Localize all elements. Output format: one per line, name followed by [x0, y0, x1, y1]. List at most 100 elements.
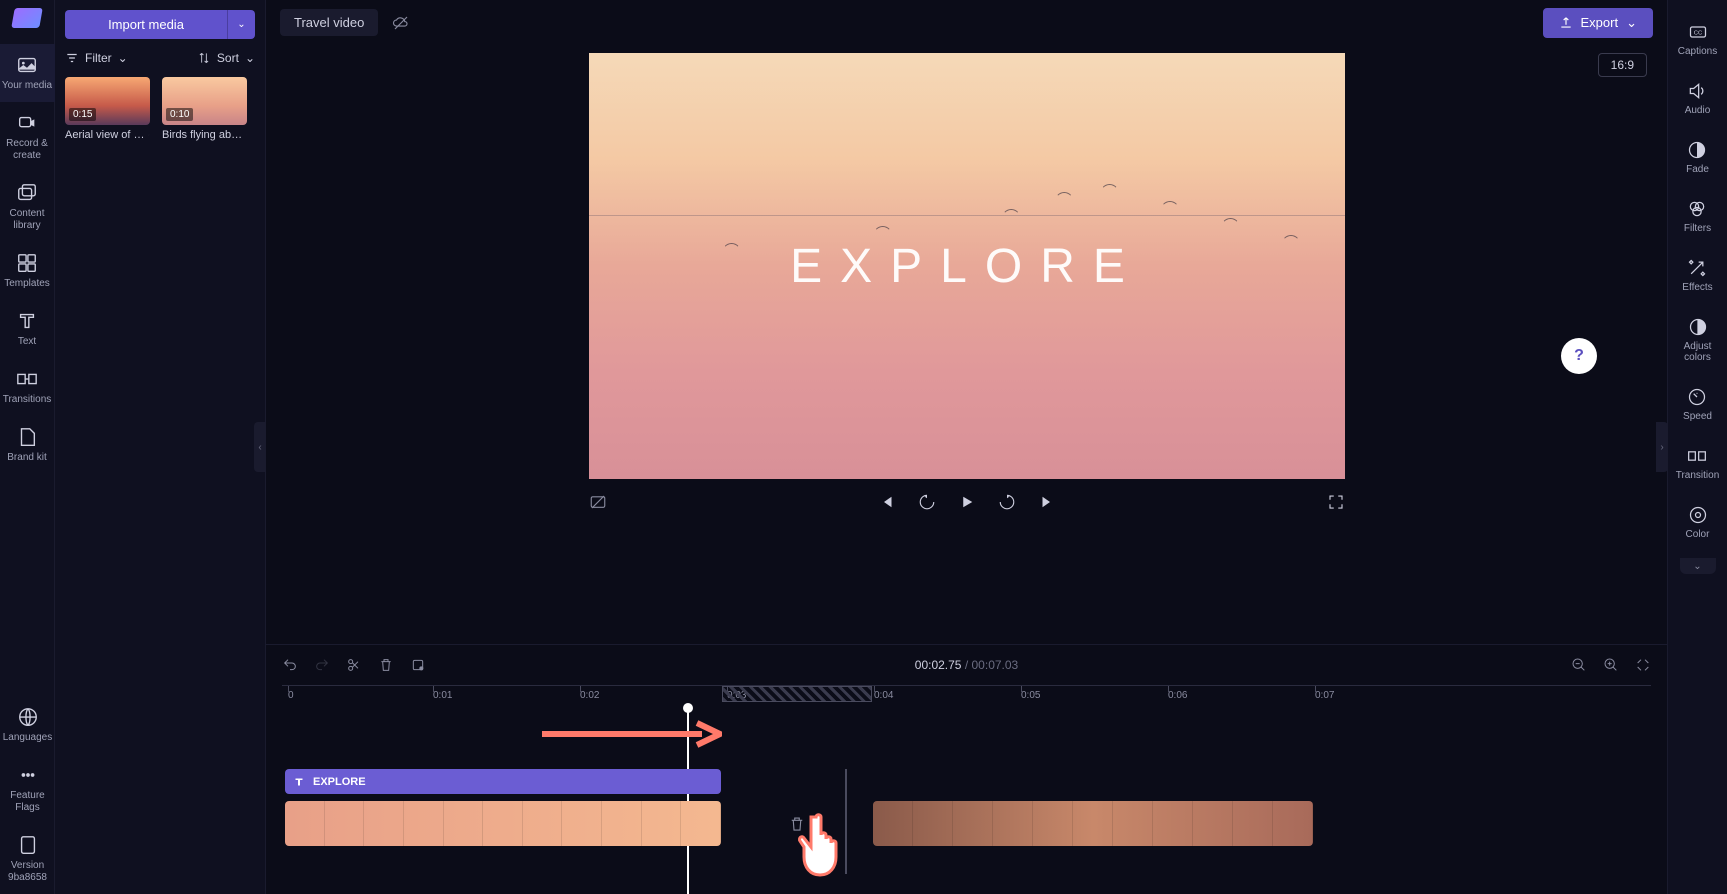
rr-label: Color [1686, 529, 1710, 540]
topbar: Travel video Export ⌄ [266, 0, 1667, 45]
chevron-down-icon[interactable] [246, 130, 247, 140]
collapse-panel-left[interactable]: ‹ [254, 422, 266, 472]
app-logo[interactable] [11, 8, 43, 28]
chevron-down-icon[interactable] [148, 130, 150, 140]
nav-your-media[interactable]: Your media [0, 44, 55, 102]
chevron-down-icon: ⌄ [1626, 15, 1637, 31]
zoom-in-icon[interactable] [1603, 657, 1619, 673]
nav-label: Transitions [3, 394, 52, 406]
nav-label: Brand kit [7, 452, 46, 464]
undo-icon[interactable] [282, 657, 298, 673]
text-clip-label: EXPLORE [313, 776, 366, 788]
nav-version[interactable]: Version 9ba8658 [0, 824, 55, 894]
play-icon[interactable] [958, 493, 976, 511]
text-icon [293, 776, 305, 788]
nav-label: Templates [4, 278, 50, 290]
rewind-icon[interactable] [918, 493, 936, 511]
tutorial-arrow [542, 719, 722, 749]
rr-expand[interactable]: ⌄ [1680, 558, 1716, 574]
nav-templates[interactable]: Templates [0, 242, 55, 300]
rr-adjust-colors[interactable]: Adjust colors [1668, 305, 1727, 375]
rr-fade[interactable]: Fade [1682, 128, 1713, 187]
rr-audio[interactable]: Audio [1681, 69, 1715, 128]
nav-label: Content library [2, 208, 53, 232]
timeline-ruler[interactable]: 0 0:01 0:02 0:03 0:04 0:05 0:06 0:07 [282, 685, 1651, 709]
rr-captions[interactable]: CC Captions [1674, 10, 1721, 69]
nav-brand-kit[interactable]: Brand kit [0, 416, 55, 474]
nav-label: Your media [2, 80, 52, 92]
help-button[interactable]: ? [1561, 338, 1597, 374]
rr-effects[interactable]: Effects [1678, 246, 1716, 305]
clip-name: Aerial view of … [65, 129, 144, 141]
rr-label: Audio [1685, 105, 1711, 116]
text-clip[interactable]: EXPLORE [285, 769, 721, 794]
media-thumbnail: 0:15 [65, 77, 150, 125]
hide-preview-icon[interactable] [589, 493, 607, 511]
nav-label: Record & create [2, 138, 53, 162]
split-icon[interactable] [346, 657, 362, 673]
filter-button[interactable]: Filter ⌄ [65, 51, 128, 65]
sort-icon [197, 51, 211, 65]
nav-rail: Your media Record & create Content libra… [0, 0, 55, 894]
sort-label: Sort [217, 51, 239, 65]
rr-filters[interactable]: Filters [1680, 187, 1715, 246]
forward-icon[interactable] [998, 493, 1016, 511]
ruler-tick: 0:02 [580, 690, 599, 701]
nav-label: Feature Flags [2, 790, 53, 814]
project-title[interactable]: Travel video [280, 9, 378, 36]
tutorial-hand-icon [794, 809, 854, 879]
ruler-tick: 0:06 [1168, 690, 1187, 701]
rr-color[interactable]: Color [1682, 493, 1714, 552]
preview-canvas[interactable]: ⌒ ⌒ ⌒ ⌒ ⌒ ⌒ ⌒ ⌒ EXPLORE [589, 53, 1345, 479]
timeline-timestamp: 00:02.75 / 00:07.03 [915, 658, 1018, 672]
rr-transition[interactable]: Transition [1672, 434, 1724, 493]
fit-icon[interactable] [1635, 657, 1651, 673]
gap-indicator [722, 686, 872, 702]
media-clip[interactable]: 0:15 Aerial view of … [65, 77, 150, 141]
media-clip[interactable]: 0:10 Birds flying ab… [162, 77, 247, 141]
chevron-down-icon: ⌄ [245, 51, 255, 65]
text-overlay: EXPLORE [790, 239, 1143, 294]
nav-content-library[interactable]: Content library [0, 172, 55, 242]
rr-label: Transition [1676, 470, 1720, 481]
timeline-tracks[interactable]: EXPLORE [282, 709, 1651, 894]
rr-speed[interactable]: Speed [1679, 375, 1716, 434]
rr-label: Speed [1683, 411, 1712, 422]
media-panel: Import media ⌄ Filter ⌄ Sort ⌄ 0:15 Aeri… [55, 0, 266, 894]
skip-back-icon[interactable] [878, 493, 896, 511]
nav-text[interactable]: Text [0, 300, 55, 358]
upload-icon [1559, 16, 1573, 30]
ruler-tick: 0:05 [1021, 690, 1040, 701]
import-media-dropdown[interactable]: ⌄ [227, 10, 255, 39]
aspect-ratio-button[interactable]: 16:9 [1598, 53, 1647, 77]
rr-label: Fade [1686, 164, 1709, 175]
export-button[interactable]: Export ⌄ [1543, 8, 1653, 38]
video-clip-1[interactable] [285, 801, 721, 846]
fullscreen-icon[interactable] [1327, 493, 1345, 511]
timeline: 00:02.75 / 00:07.03 0 0:01 0:02 0:03 0:0… [266, 644, 1667, 894]
nav-label: Languages [3, 732, 53, 744]
cloud-sync-icon [392, 14, 410, 32]
rr-label: Captions [1678, 46, 1717, 57]
timeline-toolbar: 00:02.75 / 00:07.03 [266, 645, 1667, 685]
sort-button[interactable]: Sort ⌄ [197, 51, 255, 65]
rr-label: Filters [1684, 223, 1711, 234]
redo-icon[interactable] [314, 657, 330, 673]
collapse-panel-right[interactable]: › [1656, 422, 1668, 472]
export-label: Export [1581, 15, 1619, 30]
rr-label: Effects [1682, 282, 1712, 293]
crop-icon[interactable] [410, 657, 426, 673]
skip-forward-icon[interactable] [1038, 493, 1056, 511]
video-clip-2[interactable] [873, 801, 1313, 846]
nav-languages[interactable]: Languages [0, 696, 55, 754]
filter-label: Filter [85, 51, 112, 65]
delete-icon[interactable] [378, 657, 394, 673]
import-media-button[interactable]: Import media [65, 10, 227, 39]
nav-record[interactable]: Record & create [0, 102, 55, 172]
filter-icon [65, 51, 79, 65]
zoom-out-icon[interactable] [1571, 657, 1587, 673]
clip-duration: 0:10 [166, 108, 193, 121]
chevron-down-icon: ⌄ [118, 51, 128, 65]
nav-transitions[interactable]: Transitions [0, 358, 55, 416]
nav-feature-flags[interactable]: Feature Flags [0, 754, 55, 824]
